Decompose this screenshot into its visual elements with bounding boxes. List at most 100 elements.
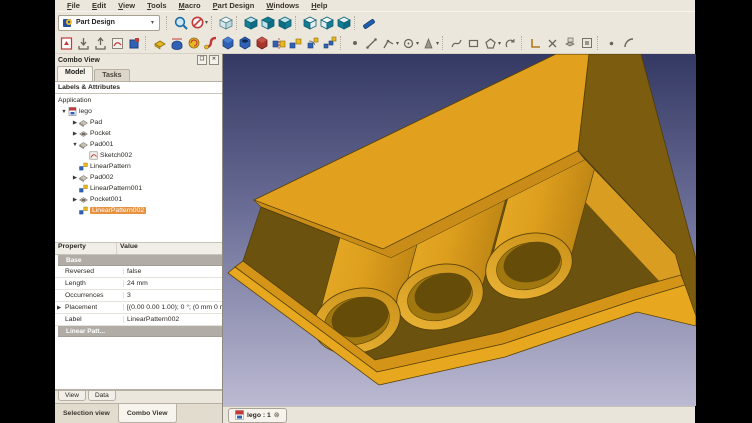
tree-item-pad001[interactable]: ▼ Pad001 (55, 139, 222, 150)
additive-helix-button[interactable] (185, 35, 202, 52)
point-button[interactable] (346, 35, 363, 52)
bottom-view-button[interactable] (335, 14, 352, 31)
menu-tools[interactable]: Tools (141, 1, 172, 10)
tree-item-pad002[interactable]: ▶ Pad002 (55, 172, 222, 183)
create-body-button[interactable] (58, 35, 75, 52)
combo-view-titlebar: Combo View ❏ ✕ (55, 54, 222, 66)
property-row-label[interactable]: Label LinearPattern002 (55, 314, 222, 326)
axonometric-view-button[interactable] (217, 14, 234, 31)
multitransform-button[interactable] (321, 35, 338, 52)
pad-feature-icon (79, 173, 88, 182)
create-datum-button[interactable] (126, 35, 143, 52)
polygon-button[interactable] (482, 35, 499, 52)
expander-open-icon[interactable]: ▼ (71, 142, 79, 148)
expander-closed-icon[interactable]: ▶ (71, 131, 79, 137)
tree-root[interactable]: Application (55, 95, 222, 106)
chevron-down-icon[interactable]: ▾ (498, 40, 501, 47)
revolution-button[interactable] (168, 35, 185, 52)
property-row-length[interactable]: Length 24 mm (55, 278, 222, 290)
property-group-base[interactable]: Base (58, 255, 222, 266)
validate-sketch-button[interactable] (578, 35, 595, 52)
hole-button[interactable] (236, 35, 253, 52)
tab-combo-view[interactable]: Combo View (118, 404, 177, 423)
linear-pattern-feature-icon (79, 206, 88, 215)
draw-style-button[interactable] (189, 14, 206, 31)
tab-selection-view[interactable]: Selection view (55, 404, 118, 423)
menu-file[interactable]: File (61, 1, 86, 10)
menu-edit[interactable]: Edit (86, 1, 112, 10)
polyline-button[interactable] (380, 35, 397, 52)
hole-icon (238, 36, 252, 50)
subtab-view[interactable]: View (58, 391, 86, 401)
groove-button[interactable] (253, 35, 270, 52)
export-button[interactable] (92, 35, 109, 52)
menu-macro[interactable]: Macro (173, 1, 207, 10)
import-button[interactable] (75, 35, 92, 52)
chevron-down-icon[interactable]: ▾ (436, 40, 439, 47)
rear-view-button[interactable] (301, 14, 318, 31)
circle-button[interactable] (400, 35, 417, 52)
property-row-occurrences[interactable]: Occurrences 3 (55, 290, 222, 302)
close-document-icon[interactable]: ⊗ (274, 411, 280, 419)
export-icon (94, 37, 107, 50)
property-row-placement[interactable]: ▶Placement [(0.00 0.00 1.00); 0 °; (0 mm… (55, 302, 222, 314)
tree-item-sketch002[interactable]: Sketch002 (55, 150, 222, 161)
conic-button[interactable] (420, 35, 437, 52)
menu-help[interactable]: Help (305, 1, 333, 10)
polar-pattern-button[interactable] (304, 35, 321, 52)
tree-item-pocket001[interactable]: ▶ Pocket001 (55, 194, 222, 205)
close-panel-button[interactable]: ✕ (209, 55, 219, 65)
tree-item-linearpattern[interactable]: LinearPattern (55, 161, 222, 172)
tools-toolbar: ▾ ▾ ▾ ▾ (55, 33, 695, 54)
pad-button[interactable] (151, 35, 168, 52)
tree-item-linearpattern002-selected[interactable]: LinearPattern002 (55, 205, 222, 216)
circle-icon (403, 38, 414, 49)
menu-view[interactable]: View (112, 1, 141, 10)
external-geometry-button[interactable] (527, 35, 544, 52)
left-view-button[interactable] (318, 14, 335, 31)
top-view-button[interactable] (259, 14, 276, 31)
linear-pattern-button[interactable] (287, 35, 304, 52)
expander-open-icon[interactable]: ▼ (60, 109, 68, 115)
rectangle-button[interactable] (465, 35, 482, 52)
mirrored-button[interactable] (270, 35, 287, 52)
document-icon (68, 107, 77, 116)
tree-item-linearpattern001[interactable]: LinearPattern001 (55, 183, 222, 194)
fit-all-button[interactable] (172, 14, 189, 31)
menu-windows[interactable]: Windows (260, 1, 305, 10)
chevron-down-icon[interactable]: ▾ (205, 19, 208, 26)
pocket-button[interactable] (219, 35, 236, 52)
document-tab-lego[interactable]: lego : 1 ⊗ (228, 408, 287, 423)
workbench-selector[interactable]: Part Design ▾ (58, 15, 160, 31)
subtab-data[interactable]: Data (88, 391, 116, 401)
measure-distance-button[interactable] (360, 14, 377, 31)
arc-button[interactable] (620, 35, 637, 52)
3d-viewport[interactable] (223, 54, 695, 406)
property-group-linear-pattern[interactable]: Linear Patt... (58, 326, 222, 337)
right-view-button[interactable] (276, 14, 293, 31)
tree-item-pocket[interactable]: ▶ Pocket (55, 128, 222, 139)
view-sketch-button[interactable] (109, 35, 126, 52)
carbon-copy-button[interactable] (502, 35, 519, 52)
expander-closed-icon[interactable]: ▶ (71, 120, 79, 126)
pocket-feature-icon (79, 129, 88, 138)
map-sketch-button[interactable] (561, 35, 578, 52)
chevron-down-icon[interactable]: ▾ (396, 40, 399, 47)
trim-button[interactable] (544, 35, 561, 52)
tree-item-pad[interactable]: ▶ Pad (55, 117, 222, 128)
additive-pipe-button[interactable] (202, 35, 219, 52)
property-row-reversed[interactable]: Reversed false (55, 266, 222, 278)
expander-closed-icon[interactable]: ▶ (71, 197, 79, 203)
tree-item-lego[interactable]: ▼ lego (55, 106, 222, 117)
expander-closed-icon[interactable]: ▶ (71, 175, 79, 181)
tab-tasks[interactable]: Tasks (94, 69, 129, 81)
construction-point-button[interactable] (603, 35, 620, 52)
menu-part-design[interactable]: Part Design (207, 1, 261, 10)
bspline-button[interactable] (448, 35, 465, 52)
float-panel-button[interactable]: ❏ (197, 55, 207, 65)
chevron-down-icon[interactable]: ▾ (416, 40, 419, 47)
line-button[interactable] (363, 35, 380, 52)
expander-closed-icon[interactable]: ▶ (57, 305, 63, 311)
tab-model[interactable]: Model (57, 66, 93, 81)
front-view-button[interactable] (242, 14, 259, 31)
